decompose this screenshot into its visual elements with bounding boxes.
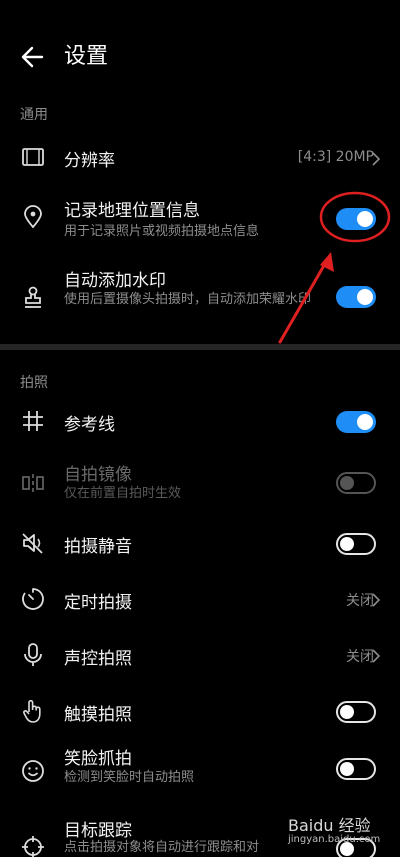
setting-location[interactable]: 记录地理位置信息 用于记录照片或视频拍摄地点信息: [0, 190, 400, 246]
setting-label: 拍摄静音: [64, 537, 132, 557]
section-divider: [0, 344, 400, 350]
setting-label: 自动添加水印: [64, 271, 166, 291]
smile-icon: [20, 758, 46, 784]
chevron-right-icon: [372, 151, 381, 166]
setting-smile[interactable]: 笑脸抓拍 检测到笑脸时自动拍照: [0, 742, 400, 798]
setting-voice[interactable]: 声控拍照 关闭: [0, 630, 400, 680]
setting-grid[interactable]: 参考线: [0, 398, 400, 448]
grid-hash-icon: [20, 408, 46, 434]
baidu-watermark: Baidu 经验 jingyan.baidu.com: [288, 812, 380, 845]
setting-description: 用于记录照片或视频拍摄地点信息: [64, 224, 260, 239]
setting-label: 记录地理位置信息: [64, 201, 200, 221]
setting-description: 使用后置摄像头拍摄时，自动添加荣耀水印: [64, 292, 312, 307]
setting-label: 参考线: [64, 415, 115, 435]
mirror-toggle: [336, 472, 376, 494]
watermark-toggle[interactable]: [336, 286, 376, 308]
watermark-sub: jingyan.baidu.com: [288, 834, 381, 845]
setting-value: 关闭: [346, 649, 374, 665]
setting-description: 检测到笑脸时自动拍照: [64, 770, 195, 785]
setting-watermark[interactable]: 自动添加水印 使用后置摄像头拍摄时，自动添加荣耀水印: [0, 262, 400, 336]
setting-value: 关闭: [346, 593, 374, 609]
location-toggle[interactable]: [336, 208, 376, 230]
mirror-icon: [20, 470, 46, 496]
header: 设置: [0, 0, 400, 112]
setting-label: 自拍镜像: [64, 465, 132, 485]
microphone-icon: [20, 642, 46, 668]
setting-label: 笑脸抓拍: [64, 749, 132, 769]
speaker-muted-icon: [20, 530, 46, 556]
setting-timer[interactable]: 定时拍摄 关闭: [0, 574, 400, 624]
setting-label: 分辨率: [64, 151, 115, 171]
section-general-label: 通用: [20, 107, 48, 123]
section-shooting-label: 拍照: [20, 375, 48, 391]
arrow-left-icon[interactable]: [18, 42, 48, 72]
setting-mute[interactable]: 拍摄静音: [0, 518, 400, 568]
stamp-icon: [20, 284, 46, 310]
setting-label: 声控拍照: [64, 649, 132, 669]
touch-toggle[interactable]: [336, 701, 376, 723]
watermark-main: Baidu 经验: [288, 816, 371, 835]
setting-label: 定时拍摄: [64, 593, 132, 613]
crosshair-icon: [20, 834, 46, 857]
chevron-right-icon: [372, 592, 381, 607]
setting-touch[interactable]: 触摸拍照: [0, 686, 400, 736]
setting-resolution[interactable]: 分辨率 [4:3] 20MP: [0, 134, 400, 184]
touch-hand-icon: [20, 698, 46, 724]
setting-description: 仅在前置自拍时生效: [64, 486, 182, 501]
smile-toggle[interactable]: [336, 758, 376, 780]
location-pin-icon: [20, 204, 46, 230]
film-frame-icon: [20, 144, 46, 170]
setting-value: [4:3] 20MP: [297, 149, 374, 165]
chevron-right-icon: [372, 648, 381, 663]
page-title: 设置: [64, 44, 109, 69]
mute-toggle[interactable]: [336, 533, 376, 555]
setting-label: 触摸拍照: [64, 705, 132, 725]
grid-toggle[interactable]: [336, 411, 376, 433]
timer-icon: [20, 586, 46, 612]
setting-mirror: 自拍镜像 仅在前置自拍时生效: [0, 456, 400, 512]
